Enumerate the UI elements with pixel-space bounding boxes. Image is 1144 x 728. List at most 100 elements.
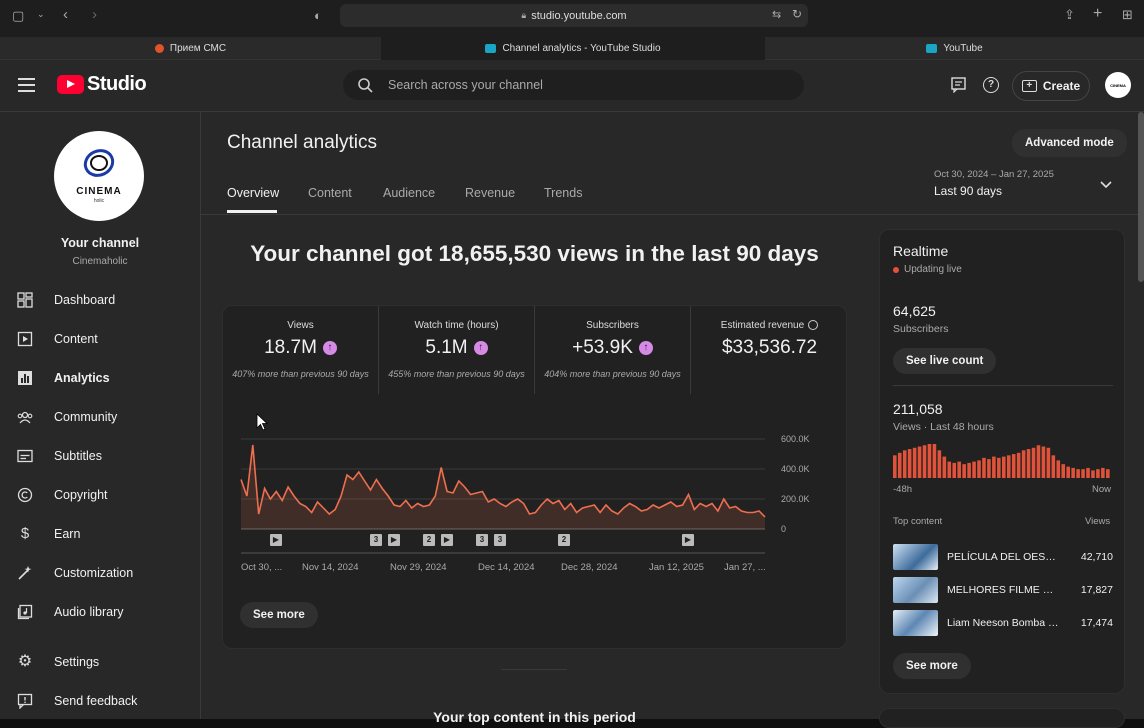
tab-trends[interactable]: Trends [544,186,582,200]
page-scrollbar[interactable] [1138,112,1144,282]
channel-avatar[interactable]: CINEMA holic [54,131,144,221]
realtime-bar[interactable] [932,444,937,478]
realtime-bar[interactable] [1061,464,1066,478]
realtime-bar[interactable] [907,449,912,478]
realtime-bar[interactable] [1036,445,1041,478]
sidebar-item-community[interactable]: Community [0,399,200,435]
video-marker-play-icon[interactable]: ▶ [388,534,400,546]
realtime-bar[interactable] [977,460,981,478]
top-content-item[interactable]: MELHORES FILME DE ... 17,827 [893,577,1113,603]
date-range-picker[interactable]: Oct 30, 2024 – Jan 27, 2025 Last 90 days [934,169,1124,203]
help-icon[interactable]: ? [983,77,999,93]
realtime-bar[interactable] [1076,469,1080,478]
sidebar-item-send-feedback[interactable]: Send feedback [0,683,200,719]
metric-views[interactable]: Views 18.7M ↑ 407% more than previous 90 … [223,306,378,394]
realtime-bar[interactable] [1086,467,1090,478]
sidebar-item-copyright[interactable]: Copyright [0,477,200,513]
metric-watch-time[interactable]: Watch time (hours) 5.1M ↑ 455% more than … [379,306,534,394]
realtime-bar[interactable] [997,457,1001,478]
realtime-bar[interactable] [1031,447,1036,478]
realtime-bar[interactable] [1081,469,1085,478]
realtime-bar[interactable] [1051,455,1056,478]
top-content-item[interactable]: Liam Neeson Bomba d... 17,474 [893,610,1113,636]
realtime-bar[interactable] [942,456,947,478]
video-marker-play-icon[interactable]: ▶ [270,534,282,546]
video-marker-play-icon[interactable]: ▶ [441,534,453,546]
realtime-bar[interactable] [1002,456,1006,478]
advanced-mode-button[interactable]: Advanced mode [1012,129,1127,157]
realtime-bar[interactable] [1056,460,1061,478]
new-tab-icon[interactable]: + [1093,5,1102,23]
sidebar-item-content[interactable]: Content [0,321,200,357]
video-marker-play-icon[interactable]: ▶ [682,534,694,546]
sidebar-item-analytics[interactable]: Analytics [0,360,200,396]
sidebar-toggle-icon[interactable]: ▢ [12,8,24,24]
realtime-bar[interactable] [927,444,932,478]
realtime-bar[interactable] [1106,469,1110,478]
realtime-bar[interactable] [902,450,907,478]
back-icon[interactable]: ‹ [63,6,68,23]
realtime-bar[interactable] [1011,454,1016,478]
realtime-bar[interactable] [912,447,917,478]
realtime-bar[interactable] [1046,447,1051,478]
sidebar-item-audio-library[interactable]: Audio library [0,594,200,630]
tab-content[interactable]: Content [308,186,352,200]
tab-audience[interactable]: Audience [383,186,435,200]
search-input[interactable]: Search across your channel [343,70,804,100]
video-marker[interactable]: 3 [370,534,382,546]
realtime-bar[interactable] [1021,450,1026,478]
realtime-bar[interactable] [972,461,976,478]
account-avatar[interactable]: CINEMA [1105,72,1131,98]
forward-icon[interactable]: › [92,6,97,23]
address-bar[interactable]: 🔒︎ studio.youtube.com [340,4,808,27]
feedback-icon[interactable] [951,77,966,93]
tab-youtube[interactable]: YouTube [765,37,1144,60]
sidebar-item-settings[interactable]: ⚙ Settings [0,644,200,680]
realtime-bar[interactable] [1091,470,1095,478]
sidebar-item-dashboard[interactable]: Dashboard [0,282,200,318]
sidebar-item-earn[interactable]: $ Earn [0,516,200,552]
tab-sms[interactable]: Прием СМС [0,37,381,60]
metric-estimated-revenue[interactable]: Estimated revenue $33,536.72 [691,306,848,394]
studio-logo[interactable]: Studio [57,73,147,96]
video-marker[interactable]: 3 [494,534,506,546]
realtime-bar[interactable] [987,459,991,478]
realtime-bar[interactable] [1096,469,1100,478]
share-icon[interactable]: ⇪ [1064,7,1075,23]
realtime-bar[interactable] [952,462,957,478]
realtime-bar[interactable] [922,445,927,478]
top-content-item[interactable]: PELÍCULA DEL OESTE ... 42,710 [893,544,1113,570]
reload-icon[interactable]: ↻ [792,7,802,21]
realtime-bar[interactable] [947,461,952,478]
video-marker[interactable]: 3 [476,534,488,546]
realtime-bar[interactable] [1006,455,1011,478]
shield-icon[interactable]: ◐ [314,8,322,23]
metric-subscribers[interactable]: Subscribers +53.9K ↑ 404% more than previ… [535,306,690,394]
realtime-bar[interactable] [982,457,986,478]
realtime-bar[interactable] [917,446,922,478]
realtime-bar[interactable] [992,456,996,478]
realtime-bar[interactable] [897,452,902,478]
video-marker[interactable]: 2 [558,534,570,546]
realtime-bar[interactable] [937,450,942,478]
see-more-button[interactable]: See more [240,602,318,628]
realtime-bar[interactable] [962,464,966,478]
sidebar-item-customization[interactable]: Customization [0,555,200,591]
realtime-bar[interactable] [1071,467,1075,478]
realtime-bar[interactable] [967,462,971,478]
realtime-bar[interactable] [893,455,897,478]
tab-revenue[interactable]: Revenue [465,186,515,200]
realtime-bar[interactable] [1016,452,1021,478]
realtime-bar[interactable] [1026,449,1031,478]
translate-icon[interactable]: ⇆ [772,8,781,21]
realtime-see-more-button[interactable]: See more [893,653,971,679]
sidebar-item-subtitles[interactable]: Subtitles [0,438,200,474]
see-live-count-button[interactable]: See live count [893,348,997,374]
realtime-bar[interactable] [1066,466,1070,478]
create-button[interactable]: + Create [1012,71,1090,101]
tab-overview-icon[interactable]: ⊞ [1122,7,1133,23]
realtime-bar[interactable] [1041,446,1046,478]
chevron-down-icon[interactable]: ⌄ [37,9,45,20]
tab-overview[interactable]: Overview [227,186,279,200]
realtime-bar[interactable] [1101,467,1105,478]
